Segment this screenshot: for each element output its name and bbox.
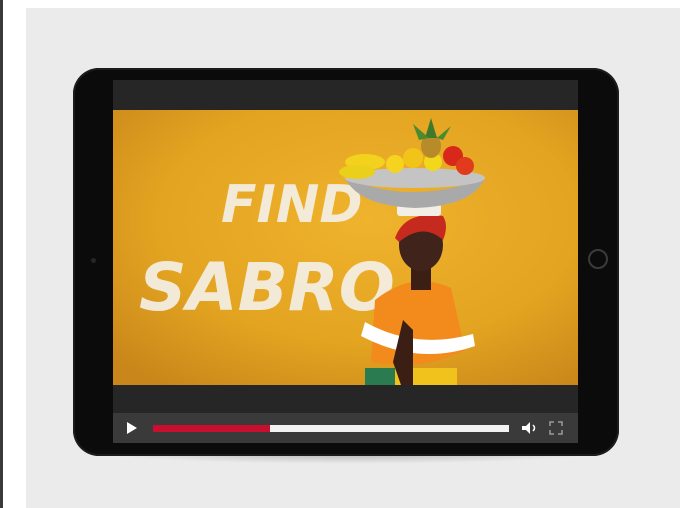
tablet-screen: FIND SABRO bbox=[113, 80, 578, 443]
play-icon[interactable] bbox=[127, 422, 137, 434]
progress-fill bbox=[153, 425, 271, 432]
fullscreen-icon[interactable] bbox=[549, 421, 563, 435]
yellow-wall bbox=[113, 110, 578, 385]
video-controls-bar bbox=[113, 413, 578, 443]
left-edge-divider bbox=[0, 0, 3, 508]
video-frame[interactable]: FIND SABRO bbox=[113, 110, 578, 385]
video-still: FIND SABRO bbox=[113, 110, 578, 385]
front-camera bbox=[91, 258, 96, 263]
video-caption-line2: SABRO bbox=[139, 249, 395, 326]
progress-bar[interactable] bbox=[153, 425, 509, 432]
home-button-icon bbox=[588, 249, 608, 269]
volume-icon[interactable] bbox=[521, 421, 539, 435]
video-caption-line1: FIND bbox=[221, 175, 363, 235]
